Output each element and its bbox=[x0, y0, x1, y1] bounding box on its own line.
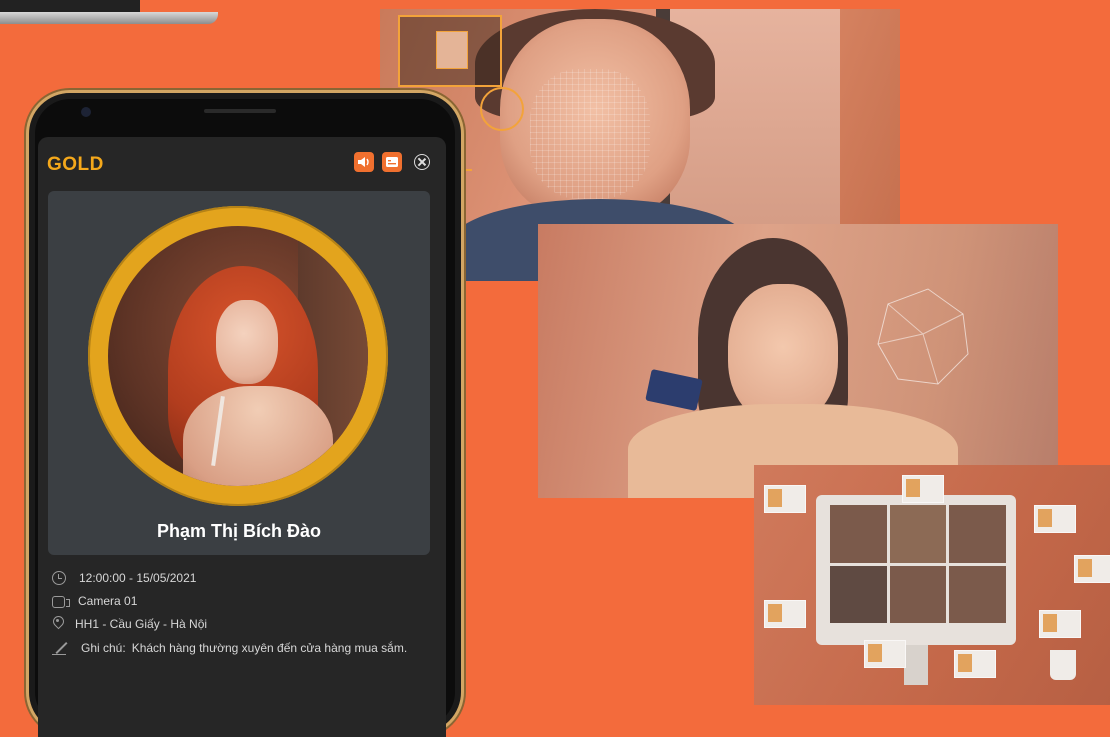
avatar-ring bbox=[88, 206, 388, 506]
location-value: HH1 - Cầu Giấy - Hà Nội bbox=[75, 617, 208, 631]
popup-header: GOLD bbox=[38, 137, 446, 189]
close-circle-icon[interactable] bbox=[414, 154, 430, 170]
note-row: Ghi chú: Khách hàng thường xuyên đến cửa… bbox=[52, 639, 407, 657]
phone-camera bbox=[81, 107, 91, 117]
pen-icon bbox=[52, 640, 68, 656]
phone-mockup: GOLD Phạm Thị Bích Đào 12:00:00 - 15/05/… bbox=[26, 90, 464, 737]
avatar bbox=[108, 226, 368, 486]
id-card-button[interactable] bbox=[382, 152, 402, 172]
note-value: Khách hàng thường xuyên đến cửa hàng mua… bbox=[131, 641, 408, 655]
laptop-image bbox=[0, 0, 220, 30]
video-camera-icon bbox=[52, 596, 70, 608]
customer-recognition-screen: GOLD Phạm Thị Bích Đào 12:00:00 - 15/05/… bbox=[38, 137, 446, 737]
phone-speaker bbox=[204, 109, 276, 113]
face-mesh-graphic bbox=[877, 288, 969, 385]
sound-button[interactable] bbox=[354, 152, 374, 172]
speaker-icon bbox=[358, 157, 369, 167]
payment-face-scan-photo bbox=[538, 224, 1058, 498]
map-pin-icon bbox=[52, 616, 62, 632]
location-row: HH1 - Cầu Giấy - Hà Nội bbox=[52, 615, 207, 633]
camera-value: Camera 01 bbox=[78, 594, 138, 608]
tier-label: GOLD bbox=[47, 154, 104, 175]
note-label: Ghi chú: bbox=[81, 641, 126, 655]
customer-card: Phạm Thị Bích Đào bbox=[48, 191, 430, 555]
camera-row: Camera 01 bbox=[52, 592, 137, 610]
time-value: 12:00:00 - 15/05/2021 bbox=[79, 571, 197, 585]
time-row: 12:00:00 - 15/05/2021 bbox=[52, 569, 196, 587]
surveillance-monitor-photo bbox=[754, 465, 1110, 705]
clock-icon bbox=[52, 571, 66, 585]
id-card-icon bbox=[386, 157, 398, 167]
customer-name: Phạm Thị Bích Đào bbox=[156, 521, 322, 541]
